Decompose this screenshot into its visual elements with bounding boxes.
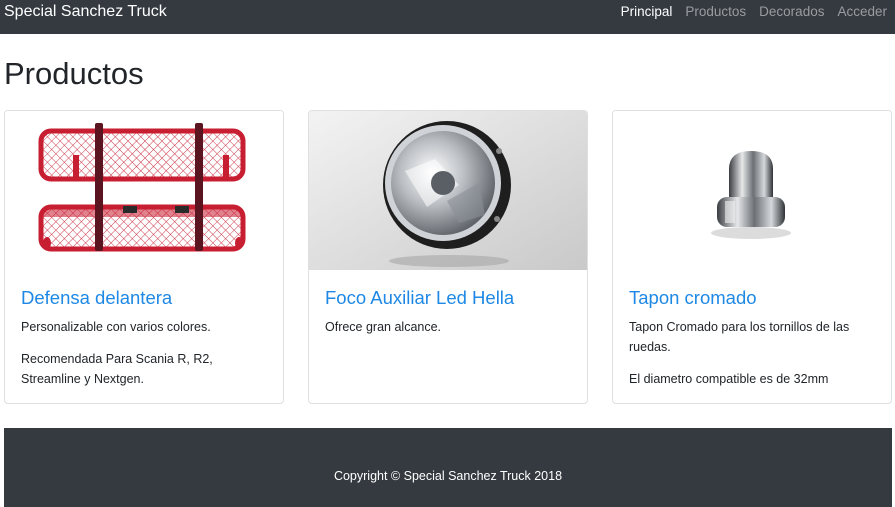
product-description: Ofrece gran alcance. [325, 320, 442, 334]
product-description: Personalizable con varios colores. [21, 320, 211, 334]
red-grille-guard-image [5, 111, 283, 270]
card-body: Foco Auxiliar Led Hella Ofrece gran alca… [325, 287, 573, 349]
nav-link-acceder[interactable]: Acceder [837, 1, 887, 23]
product-card: Foco Auxiliar Led Hella Ofrece gran alca… [308, 110, 588, 404]
product-description: Recomendada Para Scania R, R2, Streamlin… [21, 352, 213, 386]
page-title: Productos [4, 56, 144, 91]
card-body: Defensa delantera Personalizable con var… [21, 287, 269, 401]
footer-copyright: Copyright © Special Sanchez Truck 2018 [333, 468, 563, 483]
footer: Copyright © Special Sanchez Truck 2018 [4, 428, 892, 507]
nav-link-principal[interactable]: Principal [621, 1, 673, 23]
chrome-nut-cap-image [613, 111, 891, 270]
brand-link[interactable]: Special Sanchez Truck [0, 1, 167, 23]
round-led-spotlight-image [309, 111, 587, 270]
product-description: El diametro compatible es de 32mm [629, 372, 829, 386]
top-navbar: Special Sanchez Truck Principal Producto… [0, 0, 895, 34]
nav-links: Principal Productos Decorados Acceder [608, 1, 895, 23]
nav-link-productos[interactable]: Productos [685, 1, 746, 23]
product-title-link[interactable]: Foco Auxiliar Led Hella [325, 287, 573, 309]
nav-link-decorados[interactable]: Decorados [759, 1, 824, 23]
product-card: Tapon cromado Tapon Cromado para los tor… [612, 110, 892, 404]
product-description: Tapon Cromado para los tornillos de las … [629, 320, 850, 354]
product-title-link[interactable]: Tapon cromado [629, 287, 877, 309]
product-title-link[interactable]: Defensa delantera [21, 287, 269, 309]
product-card: Defensa delantera Personalizable con var… [4, 110, 284, 404]
card-body: Tapon cromado Tapon Cromado para los tor… [629, 287, 877, 401]
